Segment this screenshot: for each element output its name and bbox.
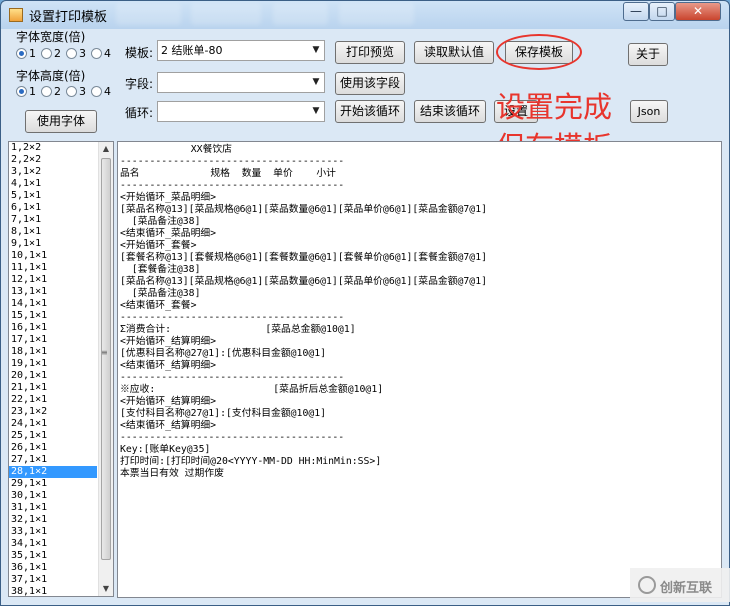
list-scrollbar[interactable]: ▲ ≡ ▼ (98, 142, 113, 596)
scroll-down-icon[interactable]: ▼ (99, 582, 113, 596)
height-radio-1[interactable] (16, 86, 27, 97)
background-blur (116, 3, 181, 25)
editor-line: [套餐名称@13][套餐规格@6@1][套餐数量@6@1][套餐单价@6@1][… (120, 252, 487, 263)
editor-line: [支付科目名称@27@1]:[支付科目金额@10@1] (120, 408, 327, 419)
editor-line: <开始循环_结算明细> (120, 336, 217, 347)
editor-line: <结束循环_结算明细> (120, 360, 217, 371)
app-icon (9, 8, 23, 22)
loop-select[interactable]: ▼ (157, 101, 325, 122)
logo-icon (638, 576, 656, 594)
height-radio-2[interactable] (41, 86, 52, 97)
height-radio-1-label: 1 (29, 85, 36, 98)
editor-line: -------------------------------------- (120, 156, 345, 167)
annotation-text-line1: 设置完成 (496, 90, 613, 124)
height-radio-3[interactable] (66, 86, 77, 97)
width-radio-4[interactable] (91, 48, 102, 59)
template-editor[interactable]: XX餐饮店 -----------------------------------… (117, 141, 722, 598)
start-loop-button[interactable]: 开始该循环 (335, 100, 405, 123)
editor-line: 打印时间:[打印时间@20<YYYY-MM-DD HH:MinMin:SS>] (120, 456, 382, 467)
close-button[interactable]: ✕ (675, 2, 721, 21)
editor-line: <结束循环_菜品明细> (120, 228, 217, 239)
list-item[interactable]: 28,1×2 (9, 466, 97, 478)
template-select[interactable]: 2 结账单-80 ▼ (157, 40, 325, 61)
editor-line: [菜品备注@38] (120, 216, 201, 227)
field-select[interactable]: ▼ (157, 72, 325, 93)
editor-line: <开始循环_菜品明细> (120, 192, 217, 203)
editor-line: <结束循环_结算明细> (120, 420, 217, 431)
about-button[interactable]: 关于 (628, 43, 668, 66)
template-select-value: 2 结账单-80 (161, 44, 223, 57)
editor-line: ※应收: [菜品折后总金额@10@1] (120, 384, 384, 395)
editor-line: -------------------------------------- (120, 312, 345, 323)
field-label: 字段: (125, 77, 154, 91)
editor-line: Σ消费合计: [菜品总金额@10@1] (120, 324, 356, 335)
height-radio-2-label: 2 (54, 85, 61, 98)
watermark-text: 创新互联 (660, 581, 713, 596)
font-width-radio-group: 1 2 3 4 (16, 47, 116, 60)
editor-line: [菜品备注@38] (120, 288, 201, 299)
editor-line: [菜品名称@13][菜品规格@6@1][菜品数量@6@1][菜品单价@6@1][… (120, 204, 487, 215)
minimize-button[interactable]: — (623, 2, 649, 21)
grip-icon: ≡ (101, 348, 108, 357)
width-radio-1[interactable] (16, 48, 27, 59)
read-default-button[interactable]: 读取默认值 (414, 41, 494, 64)
font-width-label: 字体宽度(倍) (16, 30, 86, 44)
font-height-radio-group: 1 2 3 4 (16, 85, 116, 98)
editor-line: Key:[账单Key@35] (120, 444, 211, 455)
editor-line: <开始循环_套餐> (120, 240, 197, 251)
end-loop-button[interactable]: 结束该循环 (414, 100, 486, 123)
maximize-button[interactable]: □ (649, 2, 675, 21)
scroll-up-icon[interactable]: ▲ (99, 142, 113, 156)
title-bar[interactable]: 设置打印模板 — □ ✕ (1, 1, 729, 29)
use-field-button[interactable]: 使用该字段 (335, 72, 405, 95)
editor-line: <结束循环_套餐> (120, 300, 197, 311)
editor-line: XX餐饮店 (120, 144, 232, 155)
editor-line: <开始循环_结算明细> (120, 396, 217, 407)
editor-line: 品名 规格 数量 单价 小计 (120, 168, 336, 179)
editor-line: -------------------------------------- (120, 372, 345, 383)
width-radio-1-label: 1 (29, 47, 36, 60)
background-blur (191, 3, 261, 25)
editor-line: [套餐备注@38] (120, 264, 201, 275)
editor-line: [优惠科目名称@27@1]:[优惠科目金额@10@1] (120, 348, 327, 359)
editor-line: -------------------------------------- (120, 180, 345, 191)
width-radio-2-label: 2 (54, 47, 61, 60)
print-preview-button[interactable]: 打印预览 (335, 41, 405, 64)
background-blur (339, 3, 414, 25)
editor-line: 本票当日有效 过期作废 (120, 468, 224, 479)
background-blur (273, 3, 328, 25)
chevron-down-icon[interactable]: ▼ (308, 102, 324, 121)
template-label: 模板: (125, 46, 154, 60)
window-title: 设置打印模板 (29, 10, 108, 25)
height-radio-3-label: 3 (79, 85, 86, 98)
annotation-circle (496, 34, 582, 70)
editor-line: -------------------------------------- (120, 432, 345, 443)
template-item-list[interactable]: 1,2×2 2,2×2 3,1×2 4,1×1 5,1×1 6,1×1 7,1×1 8,1×1… (8, 141, 114, 597)
width-radio-4-label: 4 (104, 47, 111, 60)
scroll-thumb[interactable] (101, 158, 111, 560)
editor-line: [菜品名称@13][菜品规格@6@1][菜品数量@6@1][菜品单价@6@1][… (120, 276, 487, 287)
width-radio-2[interactable] (41, 48, 52, 59)
loop-label: 循环: (125, 106, 154, 120)
watermark: 创新互联 (630, 568, 730, 602)
height-radio-4[interactable] (91, 86, 102, 97)
chevron-down-icon[interactable]: ▼ (308, 73, 324, 92)
height-radio-4-label: 4 (104, 85, 111, 98)
chevron-down-icon[interactable]: ▼ (308, 41, 324, 60)
use-font-button[interactable]: 使用字体 (25, 110, 97, 133)
json-button[interactable]: Json (630, 100, 668, 123)
width-radio-3-label: 3 (79, 47, 86, 60)
width-radio-3[interactable] (66, 48, 77, 59)
font-height-label: 字体高度(倍) (16, 69, 86, 83)
